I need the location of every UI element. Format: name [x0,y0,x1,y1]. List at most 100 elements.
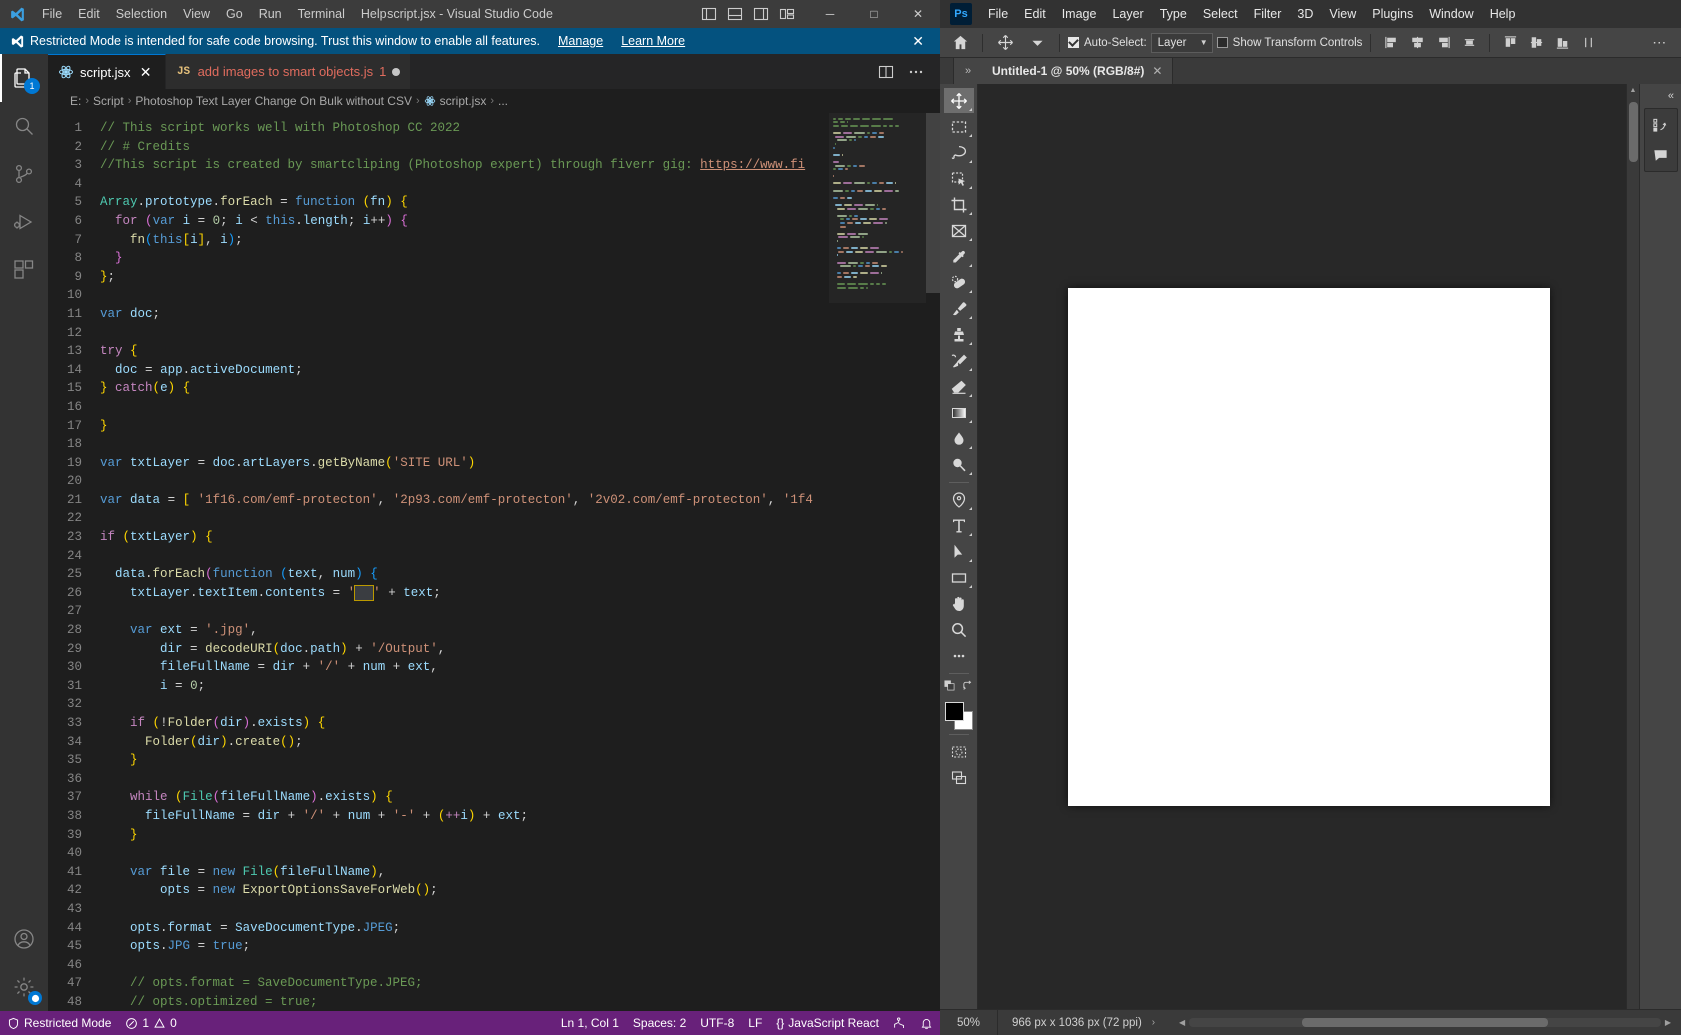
actions-panel-icon[interactable] [1650,115,1672,135]
menu-terminal[interactable]: Terminal [290,0,353,28]
breadcrumb-item-symbol[interactable]: ... [498,94,508,108]
tab-close-icon[interactable]: ✕ [137,65,155,79]
menu-file[interactable]: File [34,0,70,28]
scroll-up-arrow-icon[interactable]: ▲ [1627,84,1639,97]
menu-edit[interactable]: Edit [70,0,108,28]
dodge-tool-icon[interactable] [944,452,974,477]
ps-menu-type[interactable]: Type [1152,0,1195,28]
tab-add-images-to-smart-objects-js[interactable]: JS add images to smart objects.js 1 [165,54,412,89]
photoshop-canvas-area[interactable]: ▲ [978,84,1639,1009]
status-language-mode[interactable]: {} JavaScript React [769,1016,886,1030]
breadcrumb-item-folder[interactable]: Photoshop Text Layer Change On Bulk with… [135,94,412,108]
status-problems[interactable]: 1 0 [118,1011,183,1035]
menu-run[interactable]: Run [251,0,290,28]
ps-menu-3d[interactable]: 3D [1289,0,1321,28]
canvas-vertical-scrollbar[interactable]: ▲ [1626,84,1639,1009]
blur-tool-icon[interactable] [944,426,974,451]
screen-mode-icon[interactable] [944,765,974,790]
ps-menu-plugins[interactable]: Plugins [1364,0,1421,28]
scroll-left-arrow-icon[interactable]: ◀ [1175,1018,1189,1027]
document-tab-untitled-1[interactable]: Untitled-1 @ 50% (RGB/8#) ✕ [982,58,1174,84]
sidebar-item-extensions[interactable] [0,246,48,294]
code-content[interactable]: // This script works well with Photoshop… [100,113,940,1011]
options-more-icon[interactable]: ⋯ [1645,31,1675,55]
type-tool-icon[interactable] [944,513,974,538]
status-eol[interactable]: LF [741,1016,769,1030]
document-dimensions-info[interactable]: 966 px x 1036 px (72 ppi) › [998,1017,1169,1029]
sidebar-item-search[interactable] [0,102,48,150]
move-tool-dropdown-icon[interactable] [1023,30,1051,56]
quick-mask-icon[interactable] [944,739,974,764]
ps-menu-select[interactable]: Select [1195,0,1246,28]
more-actions-icon[interactable] [902,54,930,89]
banner-manage-link[interactable]: Manage [558,34,603,48]
editor-vertical-scrollbar[interactable] [926,113,940,1011]
eraser-tool-icon[interactable] [944,374,974,399]
distribute-horizontally-icon[interactable] [1457,32,1481,54]
status-indentation[interactable]: Spaces: 2 [626,1016,693,1030]
align-left-edges-icon[interactable] [1379,32,1403,54]
ps-menu-filter[interactable]: Filter [1246,0,1290,28]
align-horizontal-centers-icon[interactable] [1405,32,1429,54]
breadcrumb-item-drive[interactable]: E: [70,94,81,108]
comments-panel-icon[interactable] [1650,145,1672,165]
layout-sidebar-left-icon[interactable] [698,3,720,25]
menu-go[interactable]: Go [218,0,251,28]
edit-toolbar-icon[interactable] [944,643,974,668]
canvas-scrollbar-thumb[interactable] [1629,102,1638,162]
scrollbar-thumb[interactable] [926,113,940,293]
ps-menu-window[interactable]: Window [1421,0,1481,28]
dock-expand-icon[interactable]: » [954,58,982,84]
spot-healing-brush-tool-icon[interactable] [944,270,974,295]
ps-menu-file[interactable]: File [980,0,1016,28]
pen-tool-icon[interactable] [944,487,974,512]
breadcrumb-item-file[interactable]: script.jsx [440,94,487,108]
rectangular-marquee-tool-icon[interactable] [944,114,974,139]
rectangle-tool-icon[interactable] [944,565,974,590]
status-bell-icon[interactable] [913,1017,940,1030]
sidebar-item-source-control[interactable] [0,150,48,198]
split-editor-icon[interactable] [872,54,900,89]
status-expand-icon[interactable]: › [1152,1017,1155,1028]
history-brush-tool-icon[interactable] [944,348,974,373]
hscroll-track[interactable] [1189,1018,1661,1027]
path-selection-tool-icon[interactable] [944,539,974,564]
lasso-tool-icon[interactable] [944,140,974,165]
brush-tool-icon[interactable] [944,296,974,321]
status-restricted-mode[interactable]: Restricted Mode [0,1011,118,1035]
scroll-right-arrow-icon[interactable]: ▶ [1661,1018,1675,1027]
align-right-edges-icon[interactable] [1431,32,1455,54]
layout-sidebar-right-icon[interactable] [750,3,772,25]
ps-menu-layer[interactable]: Layer [1104,0,1151,28]
status-cursor-position[interactable]: Ln 1, Col 1 [554,1016,626,1030]
layout-panel-icon[interactable] [724,3,746,25]
auto-select-checkbox[interactable]: Auto-Select: [1068,37,1147,49]
show-transform-controls-checkbox[interactable]: Show Transform Controls [1216,37,1362,49]
menu-help[interactable]: Help [353,0,395,28]
ps-menu-view[interactable]: View [1321,0,1364,28]
tab-dirty-indicator[interactable] [392,67,401,76]
status-remote-icon[interactable] [886,1016,913,1030]
object-selection-tool-icon[interactable] [944,166,974,191]
clone-stamp-tool-icon[interactable] [944,322,974,347]
distribute-vertically-icon[interactable] [1576,32,1600,54]
align-bottom-edges-icon[interactable] [1550,32,1574,54]
status-encoding[interactable]: UTF-8 [693,1016,741,1030]
banner-learn-more-link[interactable]: Learn More [621,34,685,48]
color-swatches[interactable] [944,702,973,730]
ps-menu-help[interactable]: Help [1482,0,1524,28]
hand-tool-icon[interactable] [944,591,974,616]
hscroll-thumb[interactable] [1302,1018,1548,1027]
window-minimize-button[interactable]: ─ [808,0,852,28]
window-close-button[interactable]: ✕ [896,0,940,28]
layout-grid-icon[interactable] [776,3,798,25]
window-maximize-button[interactable]: □ [852,0,896,28]
move-tool-icon[interactable] [943,88,974,113]
frame-tool-icon[interactable] [944,218,974,243]
auto-select-target-dropdown[interactable]: Layer ▼ [1150,32,1213,53]
move-tool-icon[interactable] [991,30,1019,56]
document-tab-close-icon[interactable]: ✕ [1152,64,1162,78]
show-transform-checkbox-box[interactable] [1216,37,1228,48]
settings-gear-icon[interactable] [0,963,48,1011]
sidebar-item-run-and-debug[interactable] [0,198,48,246]
